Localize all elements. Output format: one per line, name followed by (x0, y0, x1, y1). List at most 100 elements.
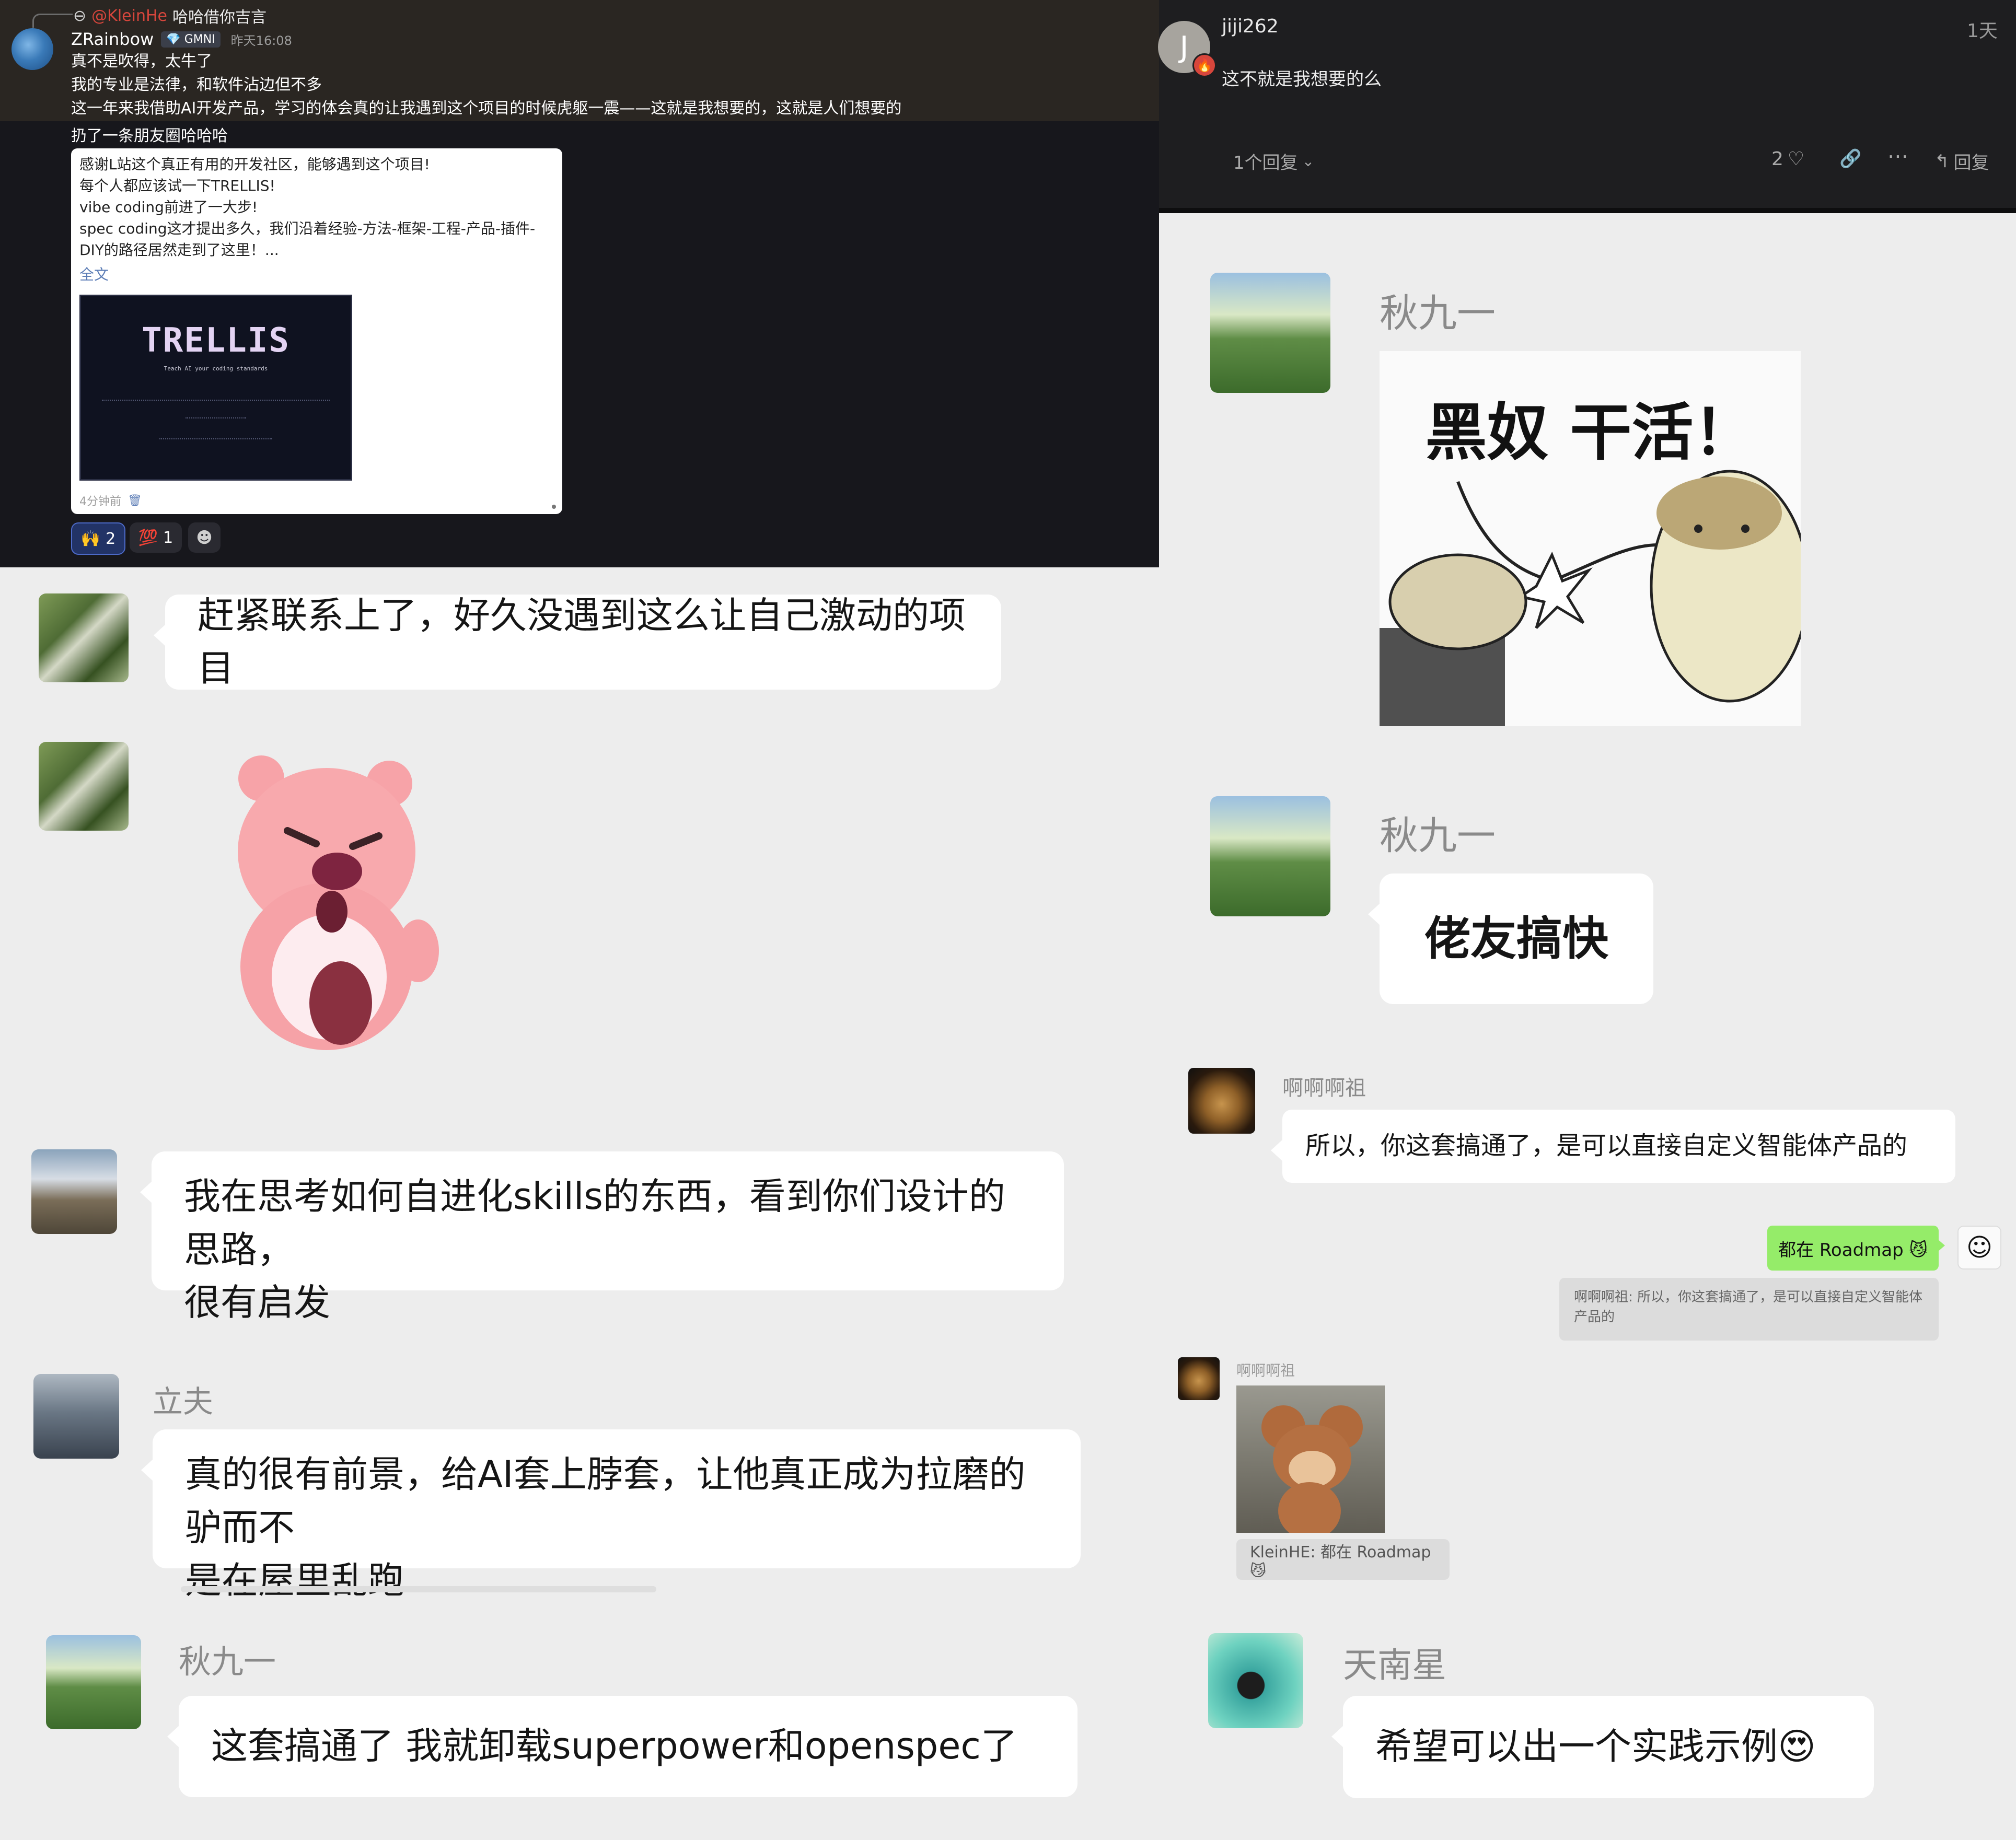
self-avatar[interactable]: ☺ (1957, 1226, 2001, 1270)
like-button[interactable]: 2 ♡ (1771, 148, 1804, 170)
chat-avatar-aaazu-small[interactable] (1178, 1357, 1220, 1400)
post-line: 真不是吹得，太牛了 (71, 52, 212, 71)
reply-reference[interactable]: ⊖ @KleinHe 哈哈借你吉言 (73, 4, 267, 27)
chat-message-text: 佬友搞快 (1424, 912, 1608, 966)
zrainbow-avatar[interactable] (11, 28, 53, 70)
chat-message-text-line2: 很有启发 (184, 1281, 330, 1324)
hamster-sticker[interactable]: 黑奴 干活！ (1380, 351, 1801, 726)
chat-message-text: 所以，你这套搞通了，是可以直接自定义智能体产品的 (1305, 1131, 1908, 1161)
chat-avatar-qiujiuyi[interactable] (46, 1635, 141, 1729)
self-bubble-tail (1938, 1239, 1945, 1252)
sender-name-aaazu: 啊啊啊祖 (1282, 1076, 1366, 1100)
trash-icon[interactable]: 🗑 (128, 494, 142, 507)
post-line: 我的专业是法律，和软件沾边但不多 (71, 76, 322, 94)
jerry-mouse-image[interactable] (1236, 1385, 1385, 1533)
reaction-count: 2 (106, 529, 116, 548)
face-sketch-icon: ☺ (1966, 1233, 1993, 1262)
smiley-icon: ☻ (196, 528, 213, 547)
reply-arrow-icon: ⊖ (73, 6, 87, 25)
chat-bubble-2: 我在思考如何自进化skills的东西，看到你们设计的思路， 很有启发 (140, 1151, 1064, 1324)
chat-message-text: 我在思考如何自进化skills的东西，看到你们设计的思路， (184, 1175, 1005, 1271)
reply-button-label: 回复 (1953, 153, 1989, 173)
author-badge-label: GMNI (184, 32, 215, 46)
quote-box: 啊啊啊祖: 所以，你这套搞通了，是可以直接自定义智能体产品的 (1559, 1278, 1939, 1341)
sender-name-aaazu-small: 啊啊啊祖 (1236, 1362, 1295, 1379)
chat-avatar-aaazu[interactable] (1188, 1068, 1255, 1134)
chat-avatar-qiujiuyi[interactable] (1210, 796, 1330, 916)
card-more-icon[interactable] (552, 505, 556, 509)
reply-button[interactable]: ↰ 回复 (1934, 148, 1989, 174)
image-quote-box: KleinHE: 都在 Roadmap 😼 (1236, 1539, 1450, 1580)
add-reaction-button[interactable]: ☻ (188, 522, 221, 553)
jiji-post-time: 1天 (1967, 20, 1998, 42)
self-reply-text: 都在 Roadmap 😼 (1778, 1239, 1928, 1261)
replies-toggle[interactable]: 1个回复 ⌄ (1233, 148, 1314, 174)
reaction-count: 1 (163, 528, 173, 547)
shared-moment-card[interactable]: 感谢L站这个真正有用的开发社区，能够遇到这个项目! 每个人都应该试一下TRELL… (71, 148, 562, 514)
sender-name-qiujiuyi: 秋九一 (1380, 291, 1496, 336)
chat-avatar-tiannanxing[interactable] (1208, 1633, 1303, 1728)
sender-name-qiujiuyi: 秋九一 (179, 1643, 276, 1681)
chat-bubble-3: 真的很有前景，给AI套上脖套，让他真正成为拉磨的驴而不 是在屋里乱跑 (141, 1429, 1081, 1602)
panel-divider (1159, 208, 2016, 213)
chat-avatar-user1[interactable] (39, 742, 129, 831)
diamond-icon: 💎 (166, 32, 184, 46)
card-line: vibe coding前进了一大步! (79, 199, 258, 216)
card-full-text-link[interactable]: 全文 (79, 264, 535, 285)
chat-bubble-gaokuai: 佬友搞快 (1368, 874, 1653, 1004)
chat-bubble-1: 赶紧联系上了，好久没遇到这么让自己激动的项目 (154, 594, 1001, 690)
chevron-down-icon: ⌄ (1302, 153, 1315, 170)
chat-message-text-line2: 是在屋里乱跑 (185, 1559, 404, 1602)
chat-avatar-user2[interactable] (31, 1149, 117, 1234)
more-options-icon[interactable]: ⋯ (1887, 144, 1908, 168)
card-line: spec coding这才提出多久，我们沿着经验-方法-框架-工程-产品-插件- (79, 220, 536, 237)
sender-name-qiujiuyi: 秋九一 (1380, 813, 1496, 858)
sender-name-lifu: 立夫 (153, 1384, 214, 1419)
chat-bubble-example: 希望可以出一个实践示例😍 (1331, 1696, 1874, 1798)
flame-badge-icon: 🔥 (1192, 53, 1216, 77)
trellis-logo-text: TRELLIS (142, 321, 290, 360)
chat-avatar-lifu[interactable] (33, 1374, 119, 1459)
top-right-post-panel (1159, 0, 2016, 213)
chat-bubble-custom-agent: 所以，你这套搞通了，是可以直接自定义智能体产品的 (1271, 1110, 1955, 1183)
card-text: 感谢L站这个真正有用的开发社区，能够遇到这个项目! 每个人都应该试一下TRELL… (79, 154, 535, 285)
image-quote-text: KleinHE: 都在 Roadmap 😼 (1250, 1543, 1431, 1580)
self-reply-bubble: 都在 Roadmap 😼 (1767, 1226, 1939, 1271)
chat-message-text: 赶紧联系上了，好久没遇到这么让自己激动的项目 (198, 593, 966, 690)
jiji-author[interactable]: jiji262 (1222, 16, 1279, 37)
chat-message-text: 这套搞通了 我就卸载superpower和openspec了 (211, 1725, 1017, 1768)
reaction-clap[interactable]: 🙌 2 (71, 522, 125, 555)
hamster-illustration (1380, 470, 1801, 726)
reply-arrow-icon: ↰ (1934, 150, 1950, 172)
trellis-image[interactable]: TRELLIS Teach AI your coding standards (79, 295, 352, 481)
chat-avatar-qiujiuyi[interactable] (1210, 273, 1330, 393)
heart-icon: ♡ (1787, 148, 1805, 170)
post-time: 昨天16:08 (230, 33, 292, 48)
chat-message-text: 希望可以出一个实践示例😍 (1375, 1725, 1816, 1768)
chat-bubble-4: 这套搞通了 我就卸载superpower和openspec了 (167, 1696, 1077, 1797)
trellis-nav-placeholder (186, 417, 246, 422)
raised-hands-icon: 🙌 (80, 529, 101, 548)
post-author[interactable]: ZRainbow (71, 29, 154, 49)
link-icon[interactable]: 🔗 (1839, 148, 1861, 169)
post-line: 扔了一条朋友圈哈哈哈 (71, 127, 228, 145)
hundred-points-icon: 💯 (138, 528, 158, 547)
trellis-nav-placeholder (102, 400, 330, 404)
reaction-hundred[interactable]: 💯 1 (130, 522, 182, 553)
reply-to-user[interactable]: @KleinHe (91, 7, 167, 25)
trellis-footer-placeholder (159, 438, 272, 442)
reply-connector-line (32, 14, 73, 28)
card-time-row: 4分钟前 🗑 (79, 492, 142, 509)
quoted-strip (181, 1586, 656, 1592)
like-count: 2 (1771, 148, 1783, 170)
trellis-tagline: Teach AI your coding standards (164, 365, 268, 372)
post-body: 真不是吹得，太牛了 我的专业是法律，和软件沾边但不多 这一年来我借助AI开发产品… (71, 50, 901, 148)
quote-text: 啊啊啊祖: 所以，你这套搞通了，是可以直接自定义智能体产品的 (1574, 1289, 1923, 1325)
post-author-row: ZRainbow 💎 GMNI 昨天16:08 (71, 26, 292, 52)
sender-name-tiannanxing: 天南星 (1343, 1645, 1446, 1685)
card-time: 4分钟前 (79, 495, 121, 508)
card-line: 感谢L站这个真正有用的开发社区，能够遇到这个项目! (79, 156, 430, 173)
replies-count-label: 1个回复 (1233, 153, 1298, 173)
pink-beaver-sticker[interactable] (219, 742, 444, 1055)
chat-avatar-user1[interactable] (39, 593, 129, 682)
